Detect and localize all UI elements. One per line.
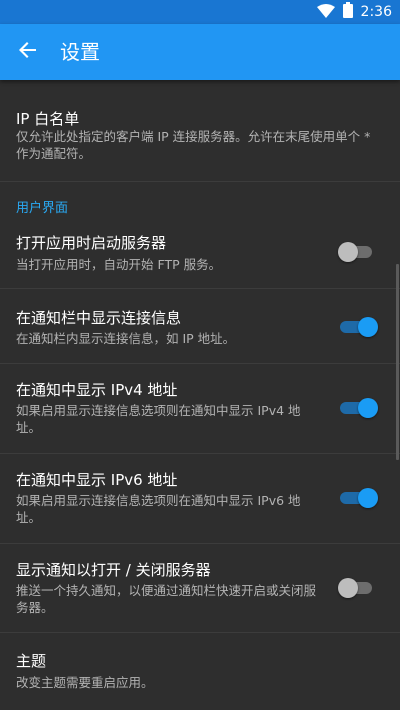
arrow-back-icon xyxy=(19,41,37,63)
switch-thumb xyxy=(358,398,378,418)
settings-list: IP 白名单 仅允许此处指定的客户端 IP 连接服务器。允许在末尾使用单个 * … xyxy=(0,80,400,710)
switch-thumb xyxy=(358,488,378,508)
switch-thumb xyxy=(358,317,378,337)
toggle-switch[interactable] xyxy=(338,239,374,263)
pref-summary: 如果启用显示连接信息选项则在通知中显示 IPv6 地址。 xyxy=(16,493,301,525)
pref-summary: 当打开应用时，自动开始 FTP 服务。 xyxy=(16,257,222,272)
switch-thumb xyxy=(338,242,358,262)
toggle-switch[interactable] xyxy=(338,395,378,419)
pref-summary: 改变主题需要重启应用。 xyxy=(16,675,154,690)
pref-title: 显示通知以打开 / 关闭服务器 xyxy=(16,561,211,579)
toggle-switch[interactable] xyxy=(338,485,378,509)
back-button[interactable] xyxy=(14,38,42,66)
battery-icon xyxy=(342,2,353,22)
status-time: 2:36 xyxy=(360,4,392,20)
section-header-ui: 用户界面 xyxy=(16,201,69,216)
pref-summary: 在通知栏内显示连接信息，如 IP 地址。 xyxy=(16,331,236,346)
pref-ip-whitelist[interactable]: IP 白名单 仅允许此处指定的客户端 IP 连接服务器。允许在末尾使用单个 * … xyxy=(0,80,400,182)
pref-title: 在通知中显示 IPv4 地址 xyxy=(16,381,178,399)
pref-notification-ipv6[interactable]: 在通知中显示 IPv6 地址 如果启用显示连接信息选项则在通知中显示 IPv6 … xyxy=(0,454,400,544)
status-bar: 2:36 xyxy=(0,0,400,24)
toggle-switch[interactable] xyxy=(338,575,374,599)
pref-summary: 如果启用显示连接信息选项则在通知中显示 IPv4 地址。 xyxy=(16,403,301,435)
pref-title: 打开应用时启动服务器 xyxy=(16,234,167,252)
switch-thumb xyxy=(338,578,358,598)
page-title: 设置 xyxy=(60,40,100,64)
pref-start-on-open[interactable]: 打开应用时启动服务器 当打开应用时，自动开始 FTP 服务。 xyxy=(0,223,400,289)
pref-notification-connection-info[interactable]: 在通知栏中显示连接信息 在通知栏内显示连接信息，如 IP 地址。 xyxy=(0,289,400,364)
pref-title: 在通知中显示 IPv6 地址 xyxy=(16,471,178,489)
pref-theme[interactable]: 主题 改变主题需要重启应用。 xyxy=(0,633,400,710)
wifi-icon xyxy=(316,3,335,22)
pref-summary: 仅允许此处指定的客户端 IP 连接服务器。允许在末尾使用单个 * 作为通配符。 xyxy=(16,129,371,161)
pref-title: IP 白名单 xyxy=(16,110,80,128)
scrollbar[interactable] xyxy=(396,264,399,460)
toggle-switch[interactable] xyxy=(338,314,378,338)
pref-title: 主题 xyxy=(16,652,47,670)
app-bar: 设置 xyxy=(0,24,400,80)
pref-summary: 推送一个持久通知，以便通过通知栏快速开启或关闭服务器。 xyxy=(16,583,317,615)
pref-persistent-notification[interactable]: 显示通知以打开 / 关闭服务器 推送一个持久通知，以便通过通知栏快速开启或关闭服… xyxy=(0,544,400,633)
pref-title: 在通知栏中显示连接信息 xyxy=(16,309,182,327)
pref-notification-ipv4[interactable]: 在通知中显示 IPv4 地址 如果启用显示连接信息选项则在通知中显示 IPv4 … xyxy=(0,364,400,454)
